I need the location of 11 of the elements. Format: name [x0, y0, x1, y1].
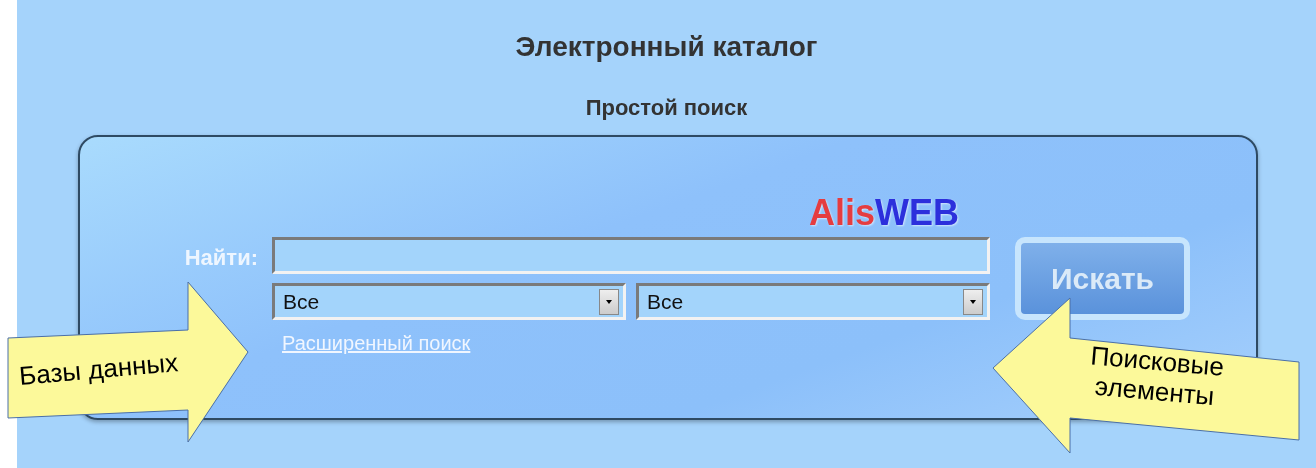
database-select[interactable]: Все — [272, 283, 626, 320]
search-field[interactable] — [272, 237, 990, 274]
logo: AlisWEB — [809, 193, 960, 233]
callout-label: Поисковые элементы — [1088, 339, 1227, 413]
section-title: Простой поиск — [585, 95, 748, 121]
page-title: Электронный каталог — [515, 30, 818, 64]
find-label: Найти: — [183, 245, 258, 271]
dropdown-caret-icon[interactable] — [963, 288, 983, 315]
callout-label: Базы данных — [18, 347, 180, 391]
dropdown-caret-icon[interactable] — [599, 288, 619, 315]
search-element-select[interactable]: Все — [636, 283, 990, 320]
